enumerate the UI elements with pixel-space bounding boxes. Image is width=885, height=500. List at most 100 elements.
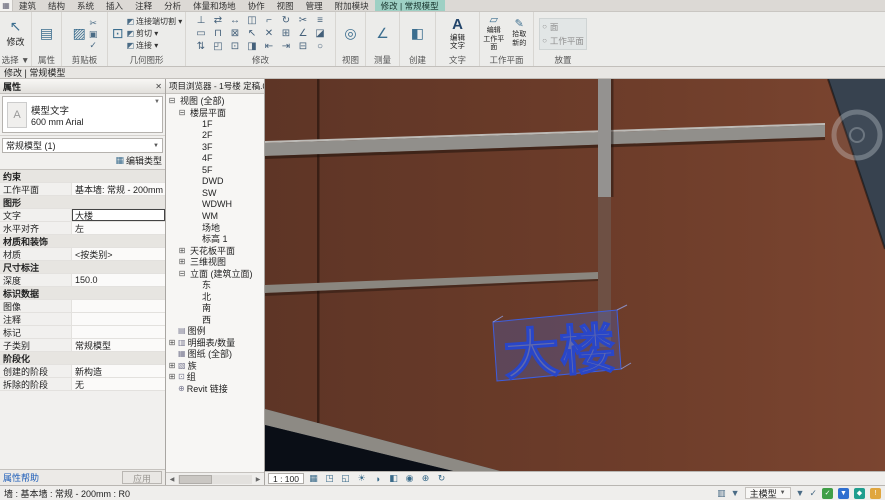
tree-item[interactable]: ⊞ ⊡ 组 — [166, 371, 264, 383]
modify-tool-icon[interactable]: ≡ — [317, 15, 323, 26]
tree-item[interactable]: 2F — [166, 130, 264, 142]
geometry-menu-item[interactable]: ◩ 剪切 ▾ — [126, 28, 182, 39]
property-value[interactable]: 无 — [72, 378, 165, 390]
scrollbar-track[interactable] — [178, 475, 252, 484]
property-row[interactable]: 文字 大楼 — [0, 209, 165, 222]
panel-label-select[interactable]: 选择 ▼ — [0, 55, 31, 66]
tree-item[interactable]: ⊕ Revit 链接 — [166, 383, 264, 395]
tree-item[interactable]: ⊞ 天花板平面 — [166, 245, 264, 257]
property-row[interactable]: 子类别 常规模型 — [0, 339, 165, 352]
modify-tool-icon[interactable]: ∠ — [299, 28, 308, 39]
modify-tool-icon[interactable]: ○ — [317, 41, 323, 52]
property-value[interactable]: 大楼 — [72, 209, 165, 221]
property-row[interactable]: 材质和装饰 — [0, 235, 165, 248]
modify-tool-icon[interactable]: ⇥ — [282, 41, 290, 52]
scroll-right-icon[interactable]: ▶ — [252, 476, 264, 483]
property-value[interactable] — [72, 326, 165, 338]
type-selector[interactable]: A 模型文字 600 mm Arial ▼ — [0, 94, 165, 136]
properties-toggle-button[interactable]: ▤ — [39, 25, 54, 42]
tree-expander-icon[interactable]: ⊟ — [178, 269, 186, 278]
view-control-icon[interactable]: ☀ — [355, 473, 368, 485]
view-control-icon[interactable]: ▦ — [307, 473, 320, 485]
status-workset-icon[interactable]: ▥ — [717, 488, 726, 499]
ribbon-tab[interactable]: 体量和场地 — [187, 0, 242, 11]
view-button[interactable]: ◎ — [343, 25, 357, 42]
modify-tool-icon[interactable]: ↔ — [230, 15, 240, 26]
modify-tool-icon[interactable]: ⇄ — [214, 15, 222, 26]
status-filter-icon[interactable]: ▼ — [796, 488, 805, 498]
tree-item[interactable]: SW — [166, 187, 264, 199]
type-selector-arrow-icon[interactable]: ▼ — [154, 99, 160, 105]
scroll-left-icon[interactable]: ◀ — [166, 476, 178, 483]
tree-expander-icon[interactable]: ⊞ — [168, 338, 176, 347]
modify-tool-icon[interactable]: ⊡ — [231, 41, 239, 52]
tree-expander-icon[interactable]: ⊞ — [168, 361, 176, 370]
modify-tool-icon[interactable]: ◫ — [247, 15, 256, 26]
scrollbar-thumb[interactable] — [179, 475, 212, 484]
ribbon-tab[interactable]: 视图 — [271, 0, 300, 11]
tree-item[interactable]: 北 — [166, 291, 264, 303]
property-row[interactable]: 创建的阶段 新构造 — [0, 365, 165, 378]
view-control-icon[interactable]: ◉ — [403, 473, 416, 485]
tree-item[interactable]: ⊟ 视图 (全部) — [166, 95, 264, 107]
pick-new-workplane-button[interactable]: ✎ 拾取 新的 — [508, 18, 532, 49]
property-value[interactable]: 新构造 — [72, 365, 165, 377]
modify-tool-icon[interactable]: ⌐ — [266, 15, 272, 26]
tree-item[interactable]: ▤ 图例 — [166, 325, 264, 337]
modify-tool-icon[interactable]: ⊓ — [214, 28, 222, 39]
application-menu-icon[interactable]: ▦ — [0, 0, 13, 11]
modify-tool-icon[interactable]: ↖ — [248, 28, 256, 39]
modify-tool-icon[interactable]: ⇅ — [197, 41, 205, 52]
tree-item[interactable]: 西 — [166, 314, 264, 326]
tree-item[interactable]: 东 — [166, 279, 264, 291]
tree-item[interactable]: ▦ 图纸 (全部) — [166, 348, 264, 360]
property-row[interactable]: 工作平面 基本墙: 常规 - 200mm — [0, 183, 165, 196]
tree-item[interactable]: ⊞ ▥ 明细表/数量 — [166, 337, 264, 349]
properties-help-link[interactable]: 属性帮助 — [3, 471, 39, 484]
properties-close-icon[interactable]: ✕ — [152, 82, 162, 91]
tree-expander-icon[interactable]: ⊟ — [168, 96, 176, 105]
status-chip-icon[interactable]: ▼ — [838, 488, 849, 499]
view-control-icon[interactable]: ◳ — [323, 473, 336, 485]
match-type-icon[interactable]: ✓ — [89, 40, 98, 50]
ribbon-tab-active-contextual[interactable]: 修改 | 常规模型 — [375, 0, 445, 11]
property-row[interactable]: 拆除的阶段 无 — [0, 378, 165, 391]
tree-item[interactable]: 1F — [166, 118, 264, 130]
property-row[interactable]: 注释 — [0, 313, 165, 326]
tree-item[interactable]: 标高 1 — [166, 233, 264, 245]
3d-viewport[interactable]: 大楼 — [265, 79, 885, 471]
modify-tool-icon[interactable]: ⊞ — [282, 28, 290, 39]
tree-item[interactable]: 3F — [166, 141, 264, 153]
tree-item[interactable]: 场地 — [166, 222, 264, 234]
property-row[interactable]: 阶段化 — [0, 352, 165, 365]
paste-button[interactable]: ▨ — [72, 25, 87, 42]
property-row[interactable]: 标识数据 — [0, 287, 165, 300]
tree-item[interactable]: ⊟ 楼层平面 — [166, 107, 264, 119]
property-value[interactable]: 基本墙: 常规 - 200mm — [72, 183, 165, 195]
design-option-dropdown[interactable]: 主模型 ▼ — [745, 487, 791, 499]
copy-icon[interactable]: ▣ — [89, 29, 98, 39]
property-value[interactable]: <按类别> — [72, 248, 165, 260]
ribbon-tab[interactable]: 附加模块 — [329, 0, 375, 11]
modify-tool-icon[interactable]: ◪ — [315, 28, 324, 39]
modify-tool-icon[interactable]: ◰ — [213, 41, 222, 52]
tree-item[interactable]: 5F — [166, 164, 264, 176]
tree-expander-icon[interactable]: ⊞ — [178, 257, 186, 266]
modify-tool-icon[interactable]: ⊥ — [197, 15, 206, 26]
property-row[interactable]: 深度 150.0 — [0, 274, 165, 287]
property-row[interactable]: 材质 <按类别> — [0, 248, 165, 261]
apply-button[interactable]: 应用 — [122, 471, 162, 484]
ribbon-tab[interactable]: 协作 — [242, 0, 271, 11]
edit-text-button[interactable]: A 编辑 文字 — [449, 16, 466, 52]
ribbon-tab[interactable]: 结构 — [42, 0, 71, 11]
modify-tool-icon[interactable]: ▭ — [196, 28, 205, 39]
view-control-icon[interactable]: ↻ — [435, 473, 448, 485]
ribbon-tab[interactable]: 建筑 — [13, 0, 42, 11]
tree-item[interactable]: DWD — [166, 176, 264, 188]
ribbon-tab[interactable]: 系统 — [71, 0, 100, 11]
tree-item[interactable]: WDWH — [166, 199, 264, 211]
modify-button[interactable]: ↖ 修改 — [5, 18, 25, 49]
browser-horizontal-scrollbar[interactable]: ◀ ▶ — [166, 472, 264, 485]
model-text-glyphs[interactable]: 大楼 — [502, 319, 618, 387]
property-row[interactable]: 图像 — [0, 300, 165, 313]
